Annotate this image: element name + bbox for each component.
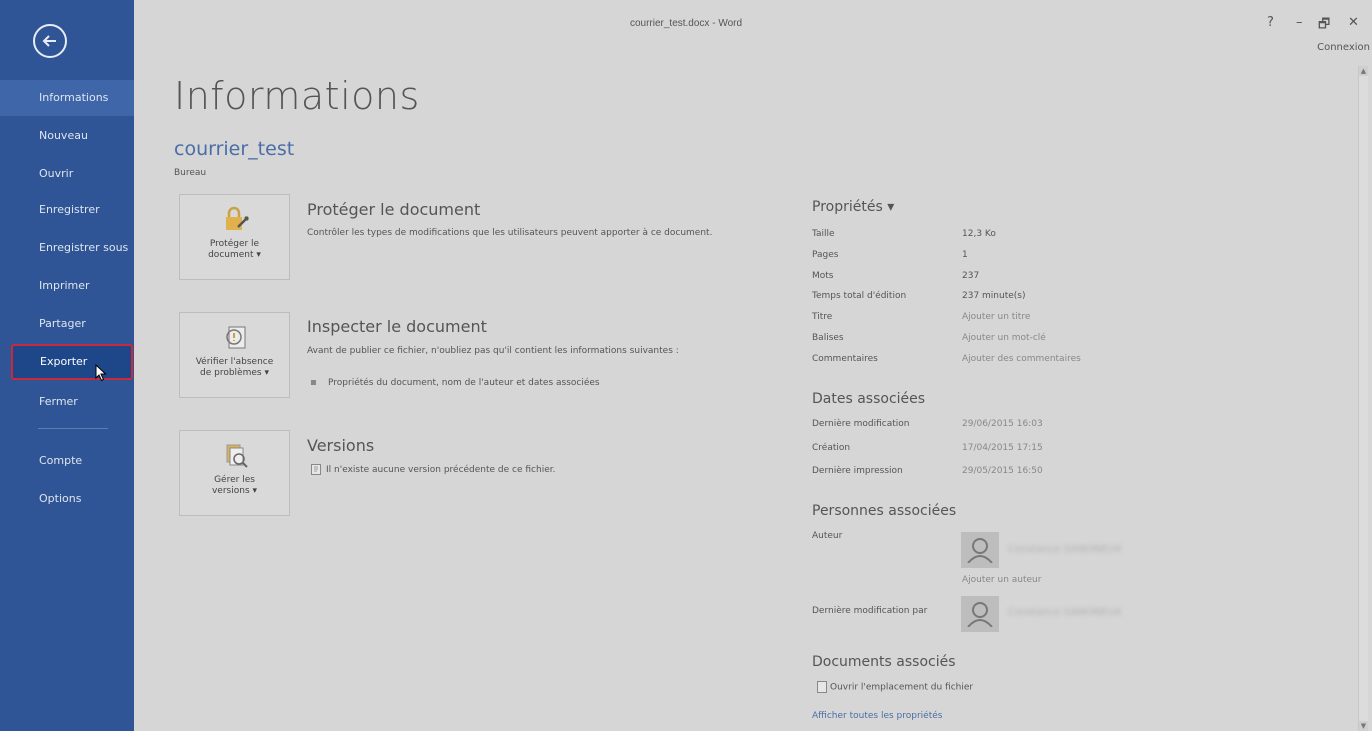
open-file-location-link[interactable]: Ouvrir l'emplacement du fichier	[817, 681, 973, 693]
date-key: Dernière impression	[812, 466, 903, 476]
document-location: Bureau	[174, 168, 207, 178]
add-author-text: Ajouter un auteur	[962, 575, 1042, 585]
nav-partager[interactable]: Partager	[0, 306, 134, 342]
nav-nouveau[interactable]: Nouveau	[0, 118, 134, 154]
date-value: 29/06/2015 16:03	[962, 419, 1043, 429]
last-modified-by-key: Dernière modification par	[812, 606, 928, 616]
manage-versions-button-label: Gérer les versions ▾	[211, 475, 258, 496]
versions-section-text: Il n'existe aucune version précédente de…	[326, 465, 556, 475]
add-tag-field[interactable]: Ajouter un mot-clé	[962, 333, 1046, 343]
inspect-section-title: Inspecter le document	[307, 317, 487, 336]
nav-informations[interactable]: Informations	[0, 80, 134, 116]
file-icon	[817, 681, 827, 693]
author-avatar	[961, 532, 999, 568]
nav-exporter[interactable]: Exporter	[11, 344, 133, 380]
vertical-scrollbar[interactable]: ▲ ▼	[1358, 66, 1368, 731]
prop-key: Balises	[812, 333, 844, 343]
backstage-sidebar: Informations Nouveau Ouvrir Enregistrer …	[0, 0, 134, 731]
add-author-link[interactable]: Ajouter un auteur	[962, 575, 1362, 589]
versions-section-title: Versions	[307, 436, 375, 455]
version-file-icon	[311, 464, 321, 475]
protect-section-desc: Contrôler les types de modifications que…	[307, 228, 713, 238]
prop-row: Titre Ajouter un titre	[812, 312, 1212, 326]
author-key: Auteur	[812, 531, 843, 541]
author-label: Auteur	[812, 531, 1212, 545]
prop-row: Mots 237	[812, 271, 1212, 285]
back-arrow-icon	[42, 35, 56, 47]
manage-versions-button[interactable]: Gérer les versions ▾	[179, 430, 290, 516]
person-icon	[967, 538, 993, 563]
nav-imprimer[interactable]: Imprimer	[0, 268, 134, 304]
date-row: Dernière impression 29/05/2015 16:50	[812, 466, 1212, 480]
date-value: 17/04/2015 17:15	[962, 443, 1043, 453]
people-heading: Personnes associées	[812, 503, 957, 519]
close-button[interactable]: ✕	[1348, 15, 1359, 30]
prop-key: Mots	[812, 271, 834, 281]
prop-value: 12,3 Ko	[962, 229, 996, 239]
check-issues-button-label: Vérifier l'absence de problèmes ▾	[195, 357, 274, 378]
page-title: Informations	[174, 74, 420, 118]
scroll-down-icon[interactable]: ▼	[1359, 721, 1368, 731]
prop-key: Temps total d'édition	[812, 291, 907, 301]
window-title: courrier_test.docx - Word	[629, 18, 743, 29]
inspect-section-desc: Avant de publier ce fichier, n'oubliez p…	[307, 346, 679, 356]
prop-key: Taille	[812, 229, 835, 239]
prop-row: Pages 1	[812, 250, 1212, 264]
signin-link[interactable]: Connexion	[1317, 42, 1370, 53]
nav-fermer[interactable]: Fermer	[0, 384, 134, 420]
author-name[interactable]: Constance GANONEUX	[1008, 544, 1122, 555]
prop-row: Commentaires Ajouter des commentaires	[812, 354, 1212, 368]
add-title-field[interactable]: Ajouter un titre	[962, 312, 1030, 322]
check-issues-button[interactable]: Vérifier l'absence de problèmes ▾	[179, 312, 290, 398]
add-comments-field[interactable]: Ajouter des commentaires	[962, 354, 1081, 364]
minimize-button[interactable]: –	[1296, 15, 1303, 30]
last-modified-name[interactable]: Constance GANONEUX	[1008, 607, 1122, 618]
protect-document-button-label: Protéger le document ▾	[208, 239, 261, 260]
person-icon	[967, 602, 993, 627]
docs-heading: Documents associés	[812, 654, 956, 670]
protect-section-title: Protéger le document	[307, 200, 481, 219]
versions-icon	[226, 444, 248, 468]
prop-row: Balises Ajouter un mot-clé	[812, 333, 1212, 347]
scroll-up-icon[interactable]: ▲	[1359, 66, 1368, 76]
nav-options[interactable]: Options	[0, 481, 134, 517]
date-key: Dernière modification	[812, 419, 910, 429]
inspect-document-icon	[226, 326, 246, 349]
restore-button[interactable]: 🗗	[1318, 15, 1330, 37]
prop-value: 237	[962, 271, 980, 281]
versions-section-desc: Il n'existe aucune version précédente de…	[311, 464, 741, 476]
properties-heading[interactable]: Propriétés ▾	[812, 199, 894, 215]
prop-key: Titre	[812, 312, 833, 322]
sidebar-divider	[38, 428, 108, 429]
open-location-text: Ouvrir l'emplacement du fichier	[830, 682, 974, 693]
show-all-properties-link[interactable]: Afficher toutes les propriétés	[812, 711, 942, 721]
date-value: 29/05/2015 16:50	[962, 466, 1043, 476]
document-name: courrier_test	[174, 138, 295, 160]
nav-compte[interactable]: Compte	[0, 443, 134, 479]
inspect-bullet-text: Propriétés du document, nom de l'auteur …	[328, 378, 600, 388]
prop-key: Pages	[812, 250, 839, 260]
prop-value: 1	[962, 250, 968, 260]
inspect-bullet: Propriétés du document, nom de l'auteur …	[311, 378, 600, 388]
prop-value: 237 minute(s)	[962, 291, 1026, 301]
prop-row: Temps total d'édition 237 minute(s)	[812, 291, 1212, 305]
date-row: Création 17/04/2015 17:15	[812, 443, 1212, 457]
date-row: Dernière modification 29/06/2015 16:03	[812, 419, 1212, 433]
nav-enregistrer-sous[interactable]: Enregistrer sous	[0, 230, 134, 266]
help-button[interactable]: ?	[1267, 15, 1274, 30]
back-button[interactable]	[33, 24, 67, 58]
protect-document-button[interactable]: Protéger le document ▾	[179, 194, 290, 280]
date-key: Création	[812, 443, 851, 453]
dates-heading: Dates associées	[812, 391, 926, 407]
last-modified-avatar	[961, 596, 999, 632]
prop-row: Taille 12,3 Ko	[812, 229, 1212, 243]
mouse-cursor-icon	[95, 364, 107, 382]
bullet-icon	[311, 380, 316, 385]
nav-enregistrer[interactable]: Enregistrer	[0, 192, 134, 228]
lock-key-icon	[226, 206, 249, 230]
nav-ouvrir[interactable]: Ouvrir	[0, 156, 134, 192]
prop-key: Commentaires	[812, 354, 878, 364]
